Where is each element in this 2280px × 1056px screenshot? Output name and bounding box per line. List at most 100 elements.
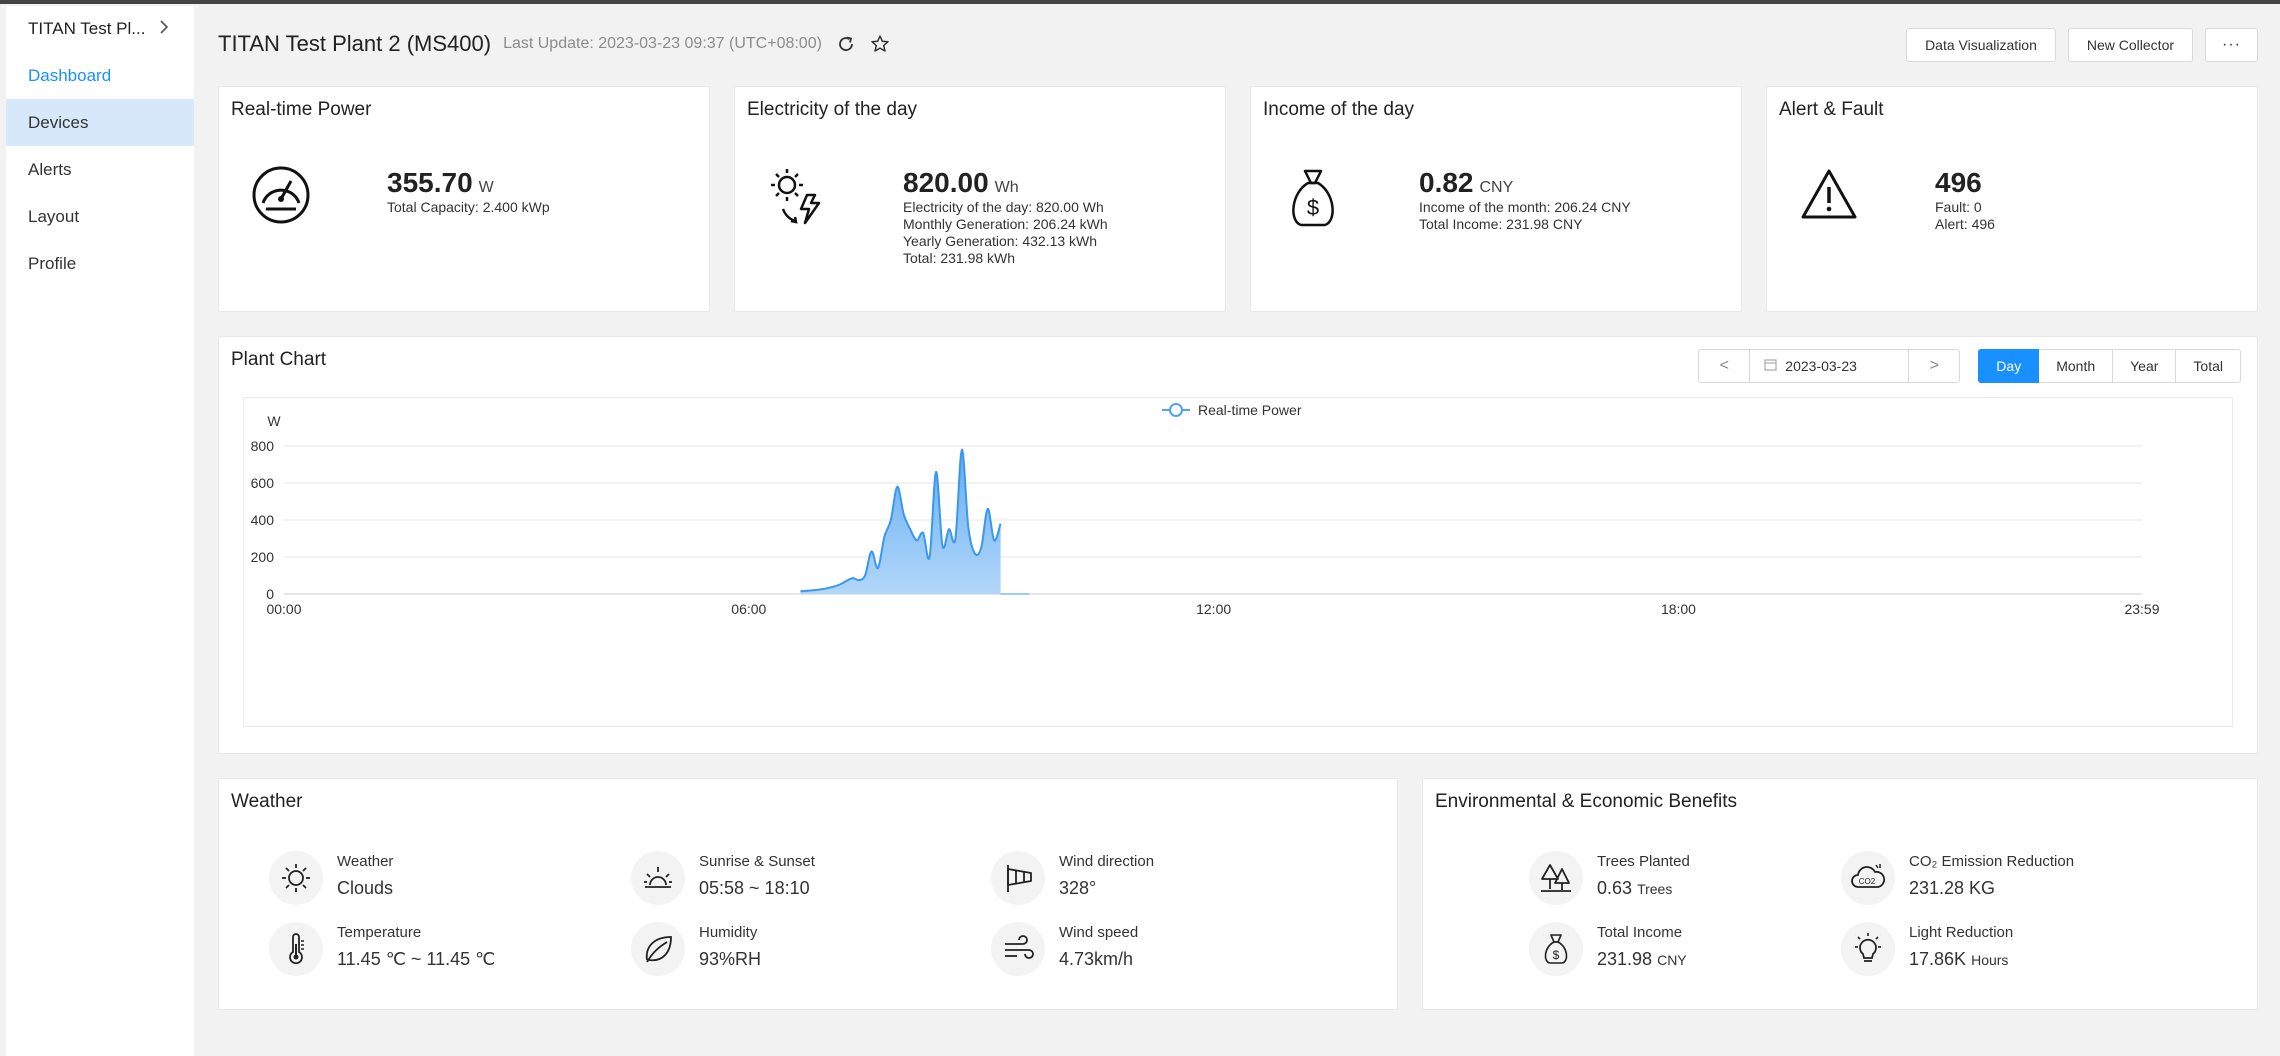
x-tick-label: 23:59: [2124, 601, 2159, 617]
sidebar-item-dashboard[interactable]: Dashboard: [6, 52, 194, 99]
realtime-power-card: Real-time Power 355.70 W Total Capacity: …: [218, 86, 710, 312]
info-value: 17.86K: [1909, 949, 1967, 969]
sidebar-item-layout[interactable]: Layout: [6, 193, 194, 240]
sidebar-item-label: Alerts: [28, 159, 72, 179]
sidebar-item-devices[interactable]: Devices: [6, 99, 194, 146]
alert-count: Alert: 496: [1935, 216, 1995, 232]
speedometer-icon: [249, 163, 319, 233]
trees-icon: [1529, 851, 1583, 905]
kpi-content: 496 Fault: 0 Alert: 496: [1935, 167, 1995, 233]
period-total-button[interactable]: Total: [2176, 349, 2241, 383]
main-content: TITAN Test Plant 2 (MS400) Last Update: …: [218, 4, 2258, 1010]
card-title: Alert & Fault: [1779, 99, 1884, 120]
sunrise-sunset: Sunrise & Sunset 05:58 ~ 18:10: [631, 851, 815, 905]
data-visualization-button[interactable]: Data Visualization: [1906, 28, 2056, 62]
weather-condition: Weather Clouds: [269, 851, 393, 905]
more-button[interactable]: ···: [2205, 28, 2258, 62]
legend-label: Real-time Power: [1198, 402, 1302, 418]
sidebar-item-label: Devices: [28, 112, 89, 132]
info-label: Sunrise & Sunset: [699, 853, 815, 870]
next-date-button[interactable]: >: [1909, 350, 1959, 382]
new-collector-button[interactable]: New Collector: [2067, 28, 2194, 62]
card-title: Real-time Power: [231, 99, 372, 120]
kpi-value: 0.82: [1419, 167, 1474, 198]
info-value: 93%RH: [699, 949, 762, 969]
x-tick-label: 00:00: [266, 601, 301, 617]
info-label: Temperature: [337, 924, 422, 941]
plant-selector[interactable]: TITAN Test Pl...: [6, 6, 194, 52]
wind-icon: [991, 922, 1045, 976]
date-picker[interactable]: 2023-03-23: [1749, 350, 1910, 382]
legend-marker: [1169, 403, 1183, 417]
sidebar-item-label: Dashboard: [28, 65, 112, 85]
info-label: Total Income: [1597, 924, 1683, 941]
svg-text:$: $: [1307, 195, 1319, 220]
prev-date-button[interactable]: <: [1699, 350, 1749, 382]
info-value: 4.73km/h: [1059, 949, 1134, 969]
benefits-card: Environmental & Economic Benefits Trees …: [1422, 778, 2258, 1010]
kpi-content: 820.00 Wh Electricity of the day: 820.00 …: [903, 167, 1108, 267]
info-label: Light Reduction: [1909, 924, 2014, 941]
total-income-benefit: $ Total Income 231.98 CNY: [1529, 922, 1687, 976]
kpi-unit: W: [478, 179, 494, 196]
temperature: Temperature 11.45 ℃ ~ 11.45 ℃: [269, 922, 495, 976]
refresh-icon[interactable]: [836, 34, 856, 54]
warning-icon: [1797, 163, 1867, 233]
monthly-generation: Monthly Generation: 206.24 kWh: [903, 216, 1108, 232]
chart-frame: 0 200 400 600 800 W 00:00 06:00 12:00 18:00 23:59 R…: [243, 397, 2233, 727]
sidebar-item-profile[interactable]: Profile: [6, 240, 194, 287]
x-tick-label: 06:00: [731, 601, 766, 617]
trees-planted: Trees Planted 0.63 Trees: [1529, 851, 1690, 905]
info-label: Wind speed: [1059, 924, 1139, 941]
card-title: Plant Chart: [231, 349, 327, 370]
info-label: Weather: [337, 853, 394, 870]
co2-reduction: CO2 CO₂ Emission Reduction 231.28 KG: [1841, 851, 2074, 905]
kpi-value: 820.00: [903, 167, 989, 198]
power-chart: 0 200 400 600 800 W 00:00 06:00 12:00 18:00 23:59 R…: [251, 402, 2160, 617]
sunrise-icon: [631, 851, 685, 905]
money-bag-icon: $: [1529, 922, 1583, 976]
info-label: Humidity: [699, 924, 758, 941]
info-value: 231.98: [1597, 949, 1653, 969]
y-tick-label: 800: [251, 438, 275, 454]
card-title: Income of the day: [1263, 99, 1415, 120]
y-tick-label: 600: [251, 475, 275, 491]
period-day-button[interactable]: Day: [1978, 349, 2040, 383]
info-unit: CNY: [1657, 952, 1687, 968]
yearly-generation: Yearly Generation: 432.13 kWh: [903, 233, 1098, 249]
sidebar-item-label: Profile: [28, 253, 77, 273]
sidebar-item-alerts[interactable]: Alerts: [6, 146, 194, 193]
star-icon[interactable]: [870, 34, 890, 54]
info-unit: Hours: [1971, 952, 2009, 968]
page-header: TITAN Test Plant 2 (MS400) Last Update: …: [218, 4, 2258, 84]
kpi-unit: CNY: [1479, 179, 1514, 196]
power-area: [800, 449, 1001, 594]
plant-chart-card: Plant Chart < 2023-03-23 > Day Month Yea…: [218, 336, 2258, 754]
info-label: Trees Planted: [1597, 853, 1690, 870]
header-actions: Data Visualization New Collector ···: [1906, 28, 2258, 62]
windsock-icon: [991, 851, 1045, 905]
y-tick-label: 200: [251, 549, 275, 565]
period-month-button[interactable]: Month: [2039, 349, 2114, 383]
daily-electricity: Electricity of the day: 820.00 Wh: [903, 199, 1104, 215]
total-capacity: Total Capacity: 2.400 kWp: [387, 199, 550, 215]
fault-count: Fault: 0: [1935, 199, 1982, 215]
chevron-right-icon: [159, 19, 169, 39]
co2-cloud-icon: CO2: [1841, 851, 1895, 905]
kpi-value: 496: [1935, 167, 1982, 198]
kpi-unit: Wh: [994, 179, 1019, 196]
page-title: TITAN Test Plant 2 (MS400): [218, 31, 492, 56]
info-value: 231.28 KG: [1909, 878, 1996, 898]
svg-text:$: $: [1553, 948, 1560, 962]
calendar-icon: [1764, 358, 1777, 374]
svg-text:CO2: CO2: [1859, 877, 1876, 886]
info-value: Clouds: [337, 878, 394, 898]
total-generation: Total: 231.98 kWh: [903, 250, 1016, 266]
period-year-button[interactable]: Year: [2113, 349, 2177, 383]
wind-direction: Wind direction 328°: [991, 851, 1154, 905]
solar-power-icon: [765, 163, 835, 233]
sun-icon: [269, 851, 323, 905]
info-value: 11.45 ℃ ~ 11.45 ℃: [337, 949, 496, 969]
light-bulb-icon: [1841, 922, 1895, 976]
wind-speed: Wind speed 4.73km/h: [991, 922, 1138, 976]
